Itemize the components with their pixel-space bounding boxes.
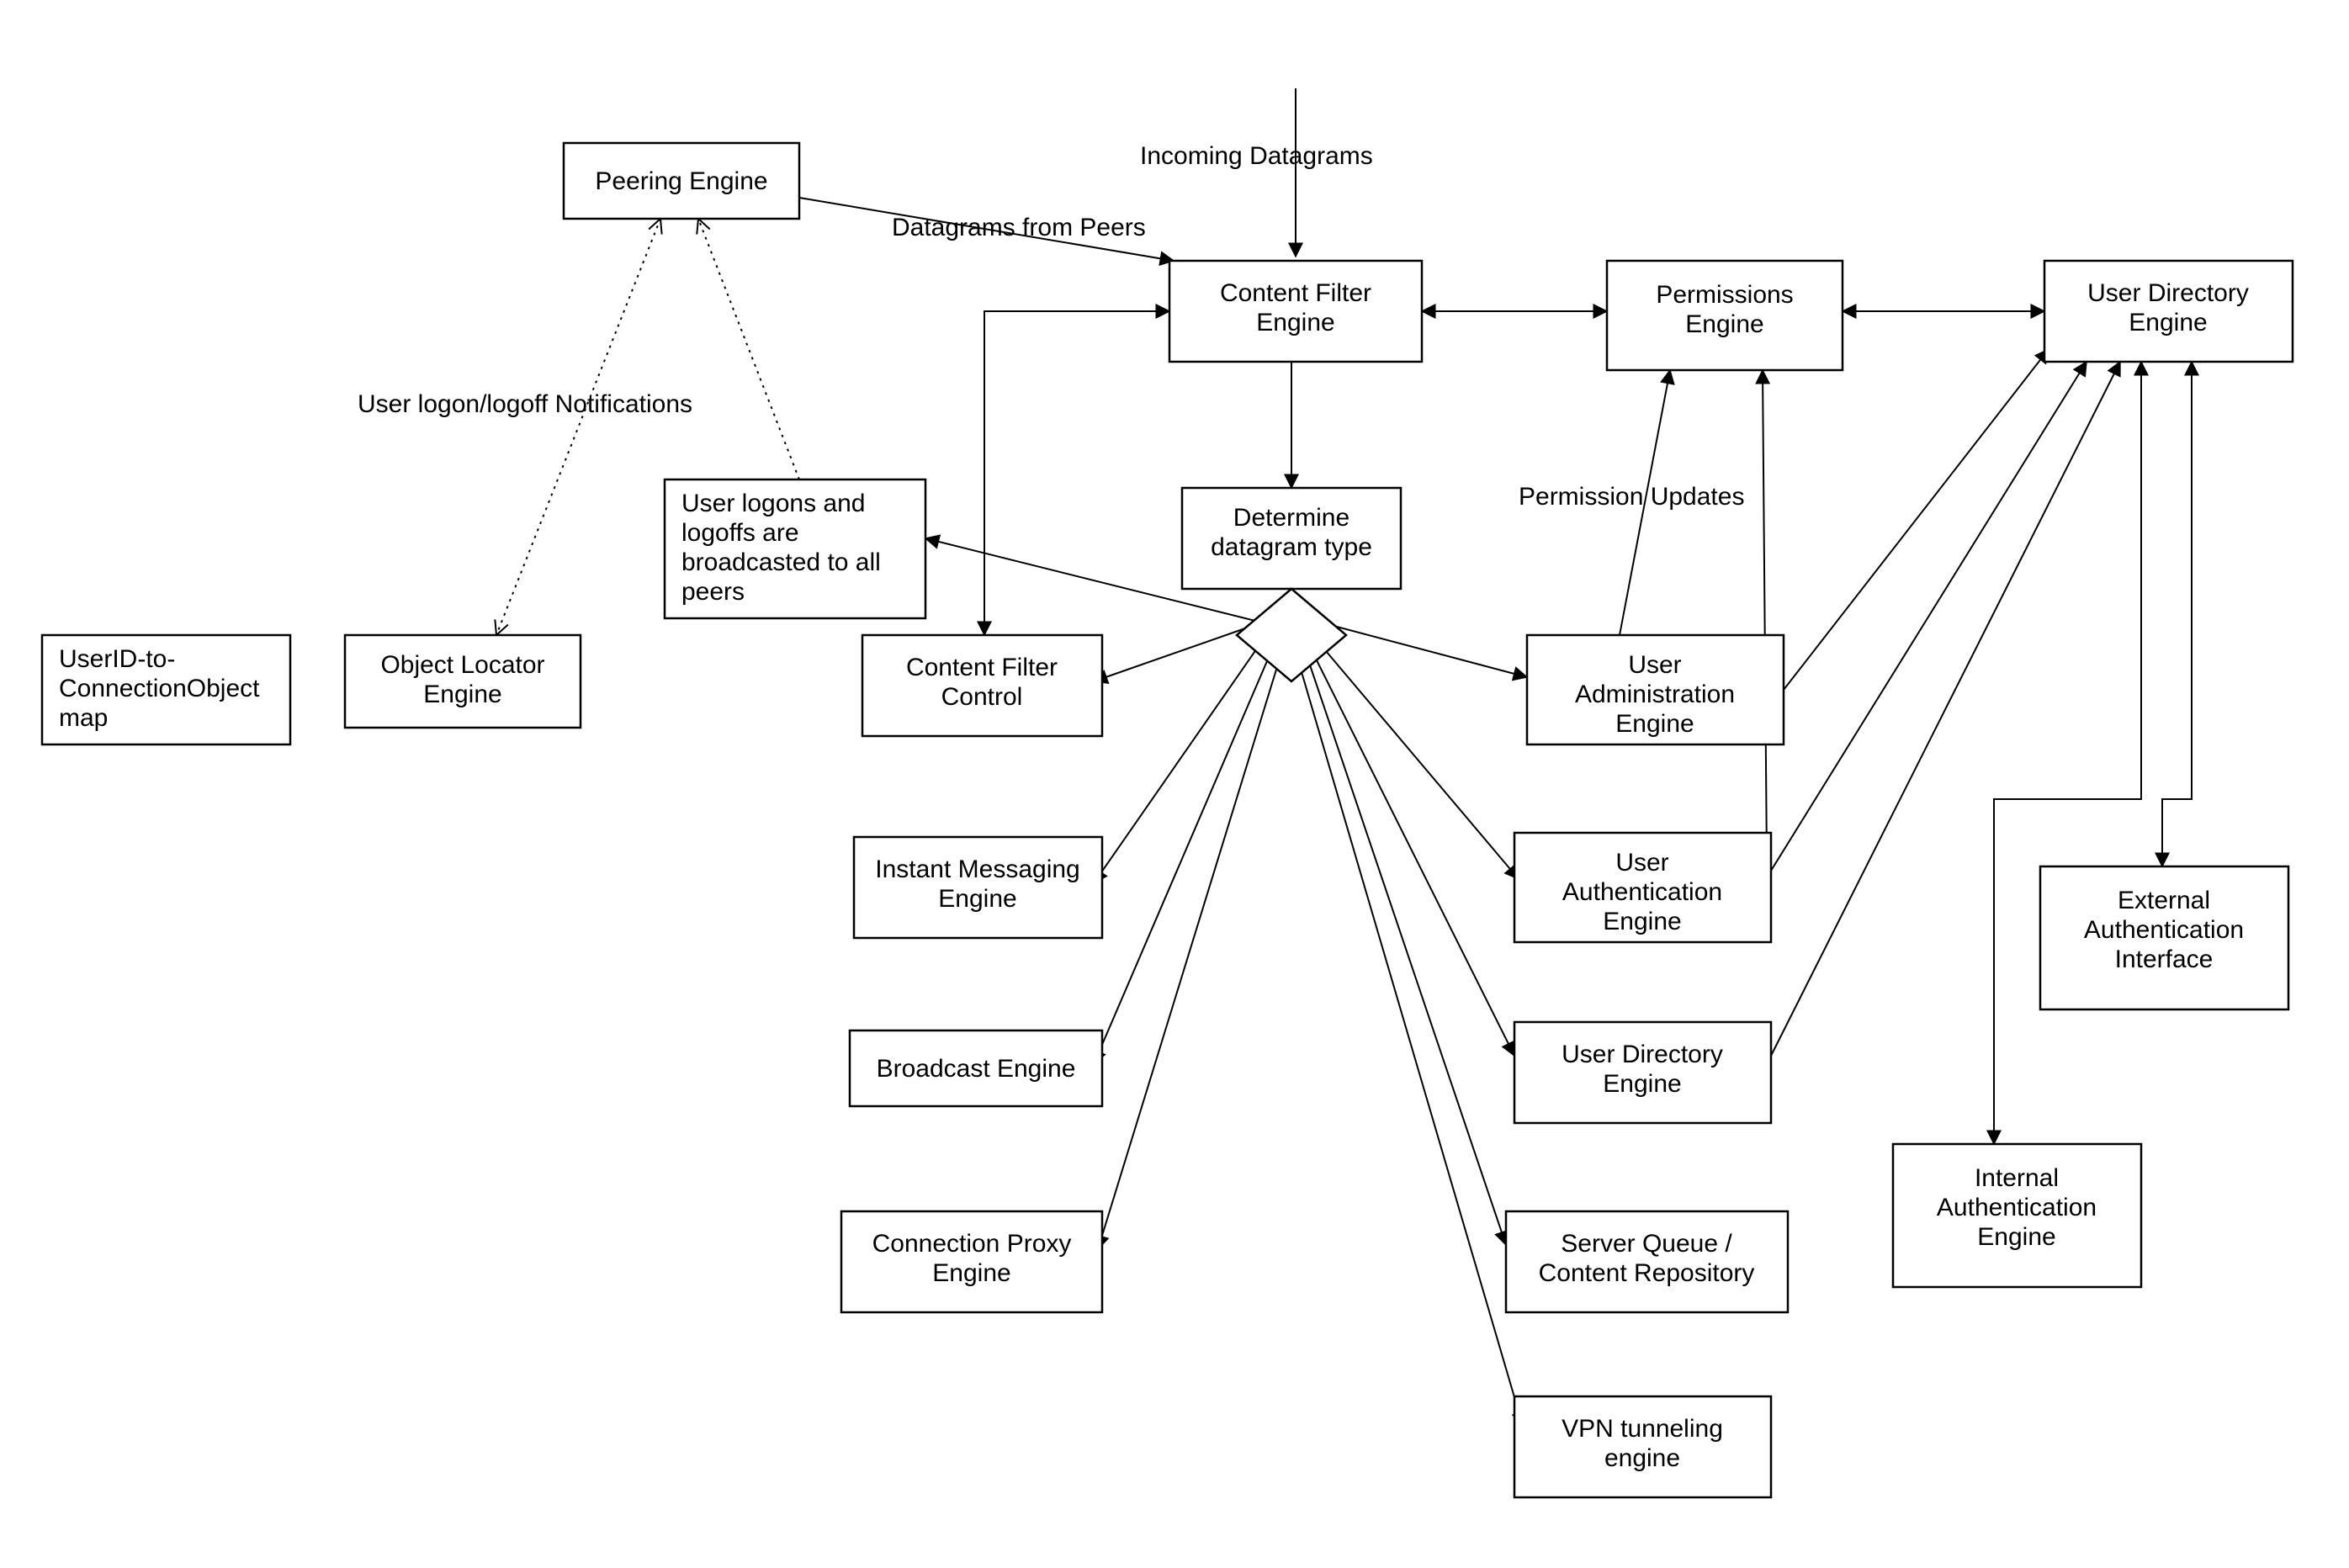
svg-text:Connection Proxy: Connection Proxy	[872, 1230, 1072, 1258]
edge-det-connproxy	[1098, 648, 1283, 1249]
node-instant-messaging: Instant Messaging Engine	[854, 837, 1102, 938]
svg-text:broadcasted to all: broadcasted to all	[681, 548, 881, 576]
architecture-diagram: Incoming Datagrams Datagrams from Peers …	[0, 0, 2349, 1568]
peering-engine-label: Peering Engine	[595, 167, 767, 195]
svg-text:Engine: Engine	[1256, 309, 1334, 336]
node-user-auth-engine: User Authentication Engine	[1514, 833, 1771, 942]
svg-text:Determine: Determine	[1233, 504, 1349, 532]
svg-text:Content Filter: Content Filter	[1220, 279, 1371, 307]
edge-cfctrl-cfe	[984, 311, 1169, 635]
svg-text:User: User	[1628, 651, 1681, 679]
node-content-filter-engine: Content Filter Engine	[1169, 261, 1422, 362]
edge-det-vpn	[1296, 652, 1523, 1426]
svg-text:VPN tunneling: VPN tunneling	[1562, 1415, 1723, 1443]
svg-text:Engine: Engine	[423, 681, 501, 708]
svg-text:Instant Messaging: Instant Messaging	[875, 856, 1079, 883]
node-object-locator: Object Locator Engine	[345, 635, 581, 728]
svg-text:Engine: Engine	[938, 885, 1016, 913]
node-connection-proxy: Connection Proxy Engine	[841, 1211, 1102, 1312]
svg-text:engine: engine	[1604, 1444, 1680, 1472]
svg-text:map: map	[59, 704, 108, 732]
svg-text:Engine: Engine	[932, 1259, 1010, 1287]
edge-userauth-ude	[1771, 362, 2087, 871]
node-internal-auth: Internal Authentication Engine	[1893, 1144, 2141, 1287]
edge-userauth-permissions	[1763, 370, 1767, 862]
edge-det-ude2	[1308, 644, 1514, 1056]
svg-text:peers: peers	[681, 578, 745, 606]
svg-text:Administration: Administration	[1575, 681, 1735, 708]
node-determine-datagram-type: Determine datagram type	[1182, 488, 1401, 681]
edge-peering-objectlocator	[496, 219, 660, 635]
node-broadcast-note: User logons and logoffs are broadcasted …	[665, 479, 925, 618]
node-broadcast-engine: Broadcast Engine	[850, 1030, 1102, 1106]
node-user-directory-engine: User Directory Engine	[2044, 261, 2293, 362]
node-peering-engine: Peering Engine	[564, 143, 799, 219]
svg-text:User logons and: User logons and	[681, 490, 865, 517]
svg-text:logoffs are: logoffs are	[681, 519, 799, 547]
label-user-logon-notif: User logon/logoff Notifications	[358, 390, 692, 418]
node-permissions-engine: Permissions Engine	[1607, 261, 1843, 370]
svg-text:Engine: Engine	[1977, 1223, 2055, 1251]
svg-text:ConnectionObject: ConnectionObject	[59, 675, 260, 702]
svg-text:User: User	[1615, 849, 1668, 877]
svg-text:Engine: Engine	[1615, 710, 1694, 738]
svg-text:Engine: Engine	[1603, 1070, 1681, 1098]
node-user-admin-engine: User Administration Engine	[1527, 635, 1784, 744]
edge-ude-intauth	[1994, 362, 2141, 1144]
svg-text:Server Queue /: Server Queue /	[1561, 1230, 1732, 1258]
label-datagrams-from-peers: Datagrams from Peers	[892, 214, 1146, 241]
node-userid-map: UserID-to- ConnectionObject map	[42, 635, 290, 744]
node-user-directory-engine-2: User Directory Engine	[1514, 1022, 1771, 1123]
edge-useradmin-ude	[1784, 349, 2049, 690]
node-vpn-engine: VPN tunneling engine	[1514, 1396, 1771, 1497]
edge-ude-extauth	[2162, 362, 2192, 866]
edge-det-userauth	[1312, 635, 1519, 879]
svg-text:Broadcast Engine: Broadcast Engine	[877, 1055, 1076, 1083]
svg-text:Control: Control	[941, 683, 1023, 711]
svg-text:User Directory: User Directory	[2087, 279, 2249, 307]
edge-det-broadcast	[1094, 644, 1275, 1064]
svg-text:Engine: Engine	[1603, 908, 1681, 935]
svg-text:Engine: Engine	[1685, 310, 1763, 338]
node-external-auth: External Authentication Interface	[2040, 866, 2288, 1009]
svg-text:Authentication: Authentication	[1937, 1194, 2097, 1221]
svg-text:Interface: Interface	[2115, 946, 2214, 973]
svg-text:UserID-to-: UserID-to-	[59, 645, 175, 673]
label-incoming-datagrams: Incoming Datagrams	[1140, 142, 1373, 170]
svg-text:User Directory: User Directory	[1562, 1041, 1723, 1068]
svg-text:Permissions: Permissions	[1656, 281, 1793, 309]
svg-text:Content Repository: Content Repository	[1539, 1259, 1755, 1287]
edge-broadcastnote-peering	[698, 219, 799, 479]
node-content-filter-control: Content Filter Control	[862, 635, 1102, 736]
label-permission-updates: Permission Updates	[1519, 483, 1744, 511]
edge-det-useradmin	[1321, 622, 1527, 677]
svg-text:Authentication: Authentication	[1562, 878, 1722, 906]
svg-text:Internal: Internal	[1975, 1164, 2059, 1192]
svg-text:Authentication: Authentication	[2084, 916, 2244, 944]
edge-det-serverqueue	[1304, 648, 1506, 1245]
svg-text:Content Filter: Content Filter	[906, 654, 1058, 681]
svg-text:Object Locator: Object Locator	[380, 651, 544, 679]
edge-det-cfctrl	[1094, 622, 1262, 681]
svg-text:datagram type: datagram type	[1211, 533, 1372, 561]
node-server-queue: Server Queue / Content Repository	[1506, 1211, 1788, 1312]
svg-text:Engine: Engine	[2129, 309, 2207, 336]
svg-text:External: External	[2118, 887, 2210, 914]
